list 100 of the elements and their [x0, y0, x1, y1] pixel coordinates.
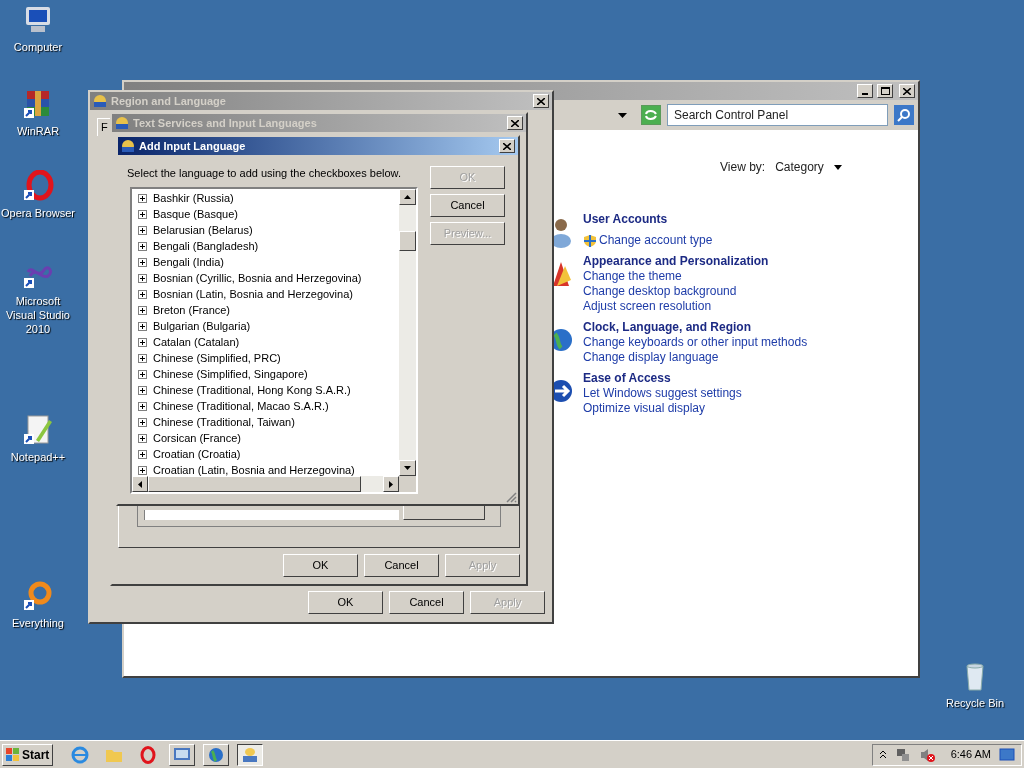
start-button[interactable]: Start — [2, 743, 54, 766]
tree-item[interactable]: Belarusian (Belarus) — [138, 222, 399, 238]
minimize-button[interactable] — [857, 84, 873, 98]
scroll-thumb[interactable] — [148, 476, 361, 492]
task-link[interactable]: Change desktop background — [583, 284, 737, 299]
desktop-icon-label[interactable]: Notepad++ — [10, 450, 66, 464]
tab[interactable]: F — [97, 118, 112, 136]
language-name[interactable]: Chinese (Traditional, Taiwan) — [153, 413, 295, 431]
view-by-dropdown[interactable]: Category — [775, 158, 842, 176]
dialog-button[interactable]: OK — [308, 591, 383, 614]
language-name[interactable]: Chinese (Simplified, Singapore) — [153, 365, 308, 383]
dialog-button[interactable]: Cancel — [364, 554, 439, 577]
tree-item[interactable]: Corsican (France) — [138, 430, 399, 446]
maximize-button[interactable] — [877, 84, 893, 98]
task-link[interactable]: Optimize visual display — [583, 401, 706, 416]
horizontal-scrollbar[interactable] — [132, 476, 399, 492]
desktop-icon-label[interactable]: WinRAR — [16, 124, 60, 138]
language-name[interactable]: Bosnian (Latin, Bosnia and Herzegovina) — [153, 285, 353, 303]
tree-item[interactable]: Basque (Basque) — [138, 206, 399, 222]
language-name[interactable]: Bosnian (Cyrillic, Bosnia and Herzegovina) — [153, 269, 362, 287]
language-name[interactable]: Corsican (France) — [153, 429, 242, 447]
tree-item[interactable]: Croatian (Croatia) — [138, 446, 399, 462]
refresh-icon — [644, 109, 658, 121]
taskbar-button[interactable] — [237, 743, 264, 766]
tree-item[interactable]: Croatian (Latin, Bosnia and Herzegovina) — [138, 462, 399, 476]
clock[interactable]: 6:46 AM — [950, 746, 991, 763]
task-link[interactable]: Change keyboards or other input methods — [583, 335, 808, 350]
tree-item[interactable]: Breton (France) — [138, 302, 399, 318]
task-link[interactable]: Adjust screen resolution — [583, 299, 712, 314]
task-link[interactable]: Change display language — [583, 350, 719, 365]
close-button[interactable] — [899, 84, 915, 98]
desktop-icon-label[interactable]: Computer — [13, 40, 63, 54]
close-icon — [511, 119, 519, 127]
close-button[interactable] — [533, 94, 549, 108]
category-title[interactable]: Appearance and Personalization — [583, 254, 769, 269]
scroll-thumb[interactable] — [399, 231, 416, 251]
tree-item[interactable]: Catalan (Catalan) — [138, 334, 399, 350]
language-name[interactable]: Basque (Basque) — [153, 205, 238, 223]
language-name[interactable]: Belarusian (Belarus) — [153, 221, 253, 239]
expand-icon — [138, 321, 147, 331]
tree-item[interactable]: Chinese (Traditional, Macao S.A.R.) — [138, 398, 399, 414]
chevron-up-icon[interactable] — [878, 750, 887, 759]
language-name[interactable]: Bulgarian (Bulgaria) — [153, 317, 251, 335]
language-name[interactable]: Croatian (Latin, Bosnia and Herzegovina) — [153, 461, 355, 476]
refresh-button[interactable] — [641, 105, 661, 125]
dialog-button[interactable]: Cancel — [389, 591, 464, 614]
tree-item[interactable]: Bulgarian (Bulgaria) — [138, 318, 399, 334]
desktop-icon-label[interactable]: Everything — [12, 616, 64, 630]
tree-item[interactable]: Chinese (Traditional, Hong Kong S.A.R.) — [138, 382, 399, 398]
category-title[interactable]: Clock, Language, and Region — [583, 320, 808, 335]
language-name[interactable]: Breton (France) — [153, 301, 231, 319]
tree-item[interactable]: Bosnian (Cyrillic, Bosnia and Herzegovina) — [138, 270, 399, 286]
expand-icon — [138, 401, 147, 411]
desktop-icon-label[interactable]: Opera Browser — [1, 206, 75, 220]
expand-icon — [138, 225, 147, 235]
tree-item[interactable]: Chinese (Simplified, Singapore) — [138, 366, 399, 382]
muted-speaker-icon[interactable] — [918, 746, 935, 763]
scroll-up-icon — [404, 195, 411, 199]
category-title[interactable]: User Accounts — [583, 212, 713, 227]
dialog-button[interactable]: OK — [283, 554, 358, 577]
category-title[interactable]: Ease of Access — [583, 371, 742, 386]
tree-item[interactable]: Bengali (India) — [138, 254, 399, 270]
search-button[interactable] — [894, 105, 914, 125]
desktop-icon-label[interactable]: Recycle Bin — [945, 696, 1005, 710]
language-name[interactable]: Bengali (Bangladesh) — [153, 237, 259, 255]
window-title: Add Input Language — [139, 138, 247, 154]
input-field[interactable] — [144, 510, 399, 520]
close-button[interactable] — [499, 139, 515, 153]
vertical-scrollbar[interactable] — [399, 189, 416, 476]
ring-icon — [140, 745, 157, 764]
dropdown-arrow-icon — [833, 164, 842, 170]
search-icon — [897, 108, 911, 122]
search-field[interactable]: Search Control Panel — [667, 104, 888, 126]
language-name[interactable]: Croatian (Croatia) — [153, 445, 241, 463]
language-name[interactable]: Bashkir (Russia) — [153, 189, 234, 207]
tree-item[interactable]: Bosnian (Latin, Bosnia and Herzegovina) — [138, 286, 399, 302]
magnifier-icon — [22, 580, 54, 612]
desktop-icon-label[interactable]: Microsoft Visual Studio 2010 — [0, 294, 76, 336]
language-name[interactable]: Chinese (Simplified, PRC) — [153, 349, 281, 367]
dialog-button[interactable]: Cancel — [430, 194, 505, 217]
task-link[interactable]: Change account type — [599, 233, 713, 248]
tree-item[interactable]: Bengali (Bangladesh) — [138, 238, 399, 254]
monitor-icon — [173, 746, 192, 763]
task-link[interactable]: Let Windows suggest settings — [583, 386, 742, 401]
close-button[interactable] — [507, 116, 523, 130]
expand-icon — [138, 417, 147, 427]
network-icon[interactable] — [894, 746, 911, 763]
language-name[interactable]: Bengali (India) — [153, 253, 224, 271]
task-link[interactable]: Change the theme — [583, 269, 682, 284]
resize-grip-icon — [506, 492, 517, 503]
tree-item[interactable]: Chinese (Simplified, PRC) — [138, 350, 399, 366]
language-name[interactable]: Catalan (Catalan) — [153, 333, 240, 351]
language-name[interactable]: Chinese (Traditional, Macao S.A.R.) — [153, 397, 329, 415]
expand-icon — [138, 257, 147, 267]
show-desktop-icon[interactable] — [999, 747, 1015, 762]
tree-item[interactable]: Chinese (Traditional, Taiwan) — [138, 414, 399, 430]
language-name[interactable]: Chinese (Traditional, Hong Kong S.A.R.) — [153, 381, 351, 399]
view-by-label: View by: — [720, 159, 766, 176]
tree-item[interactable]: Bashkir (Russia) — [138, 190, 399, 206]
expand-icon — [138, 209, 147, 219]
